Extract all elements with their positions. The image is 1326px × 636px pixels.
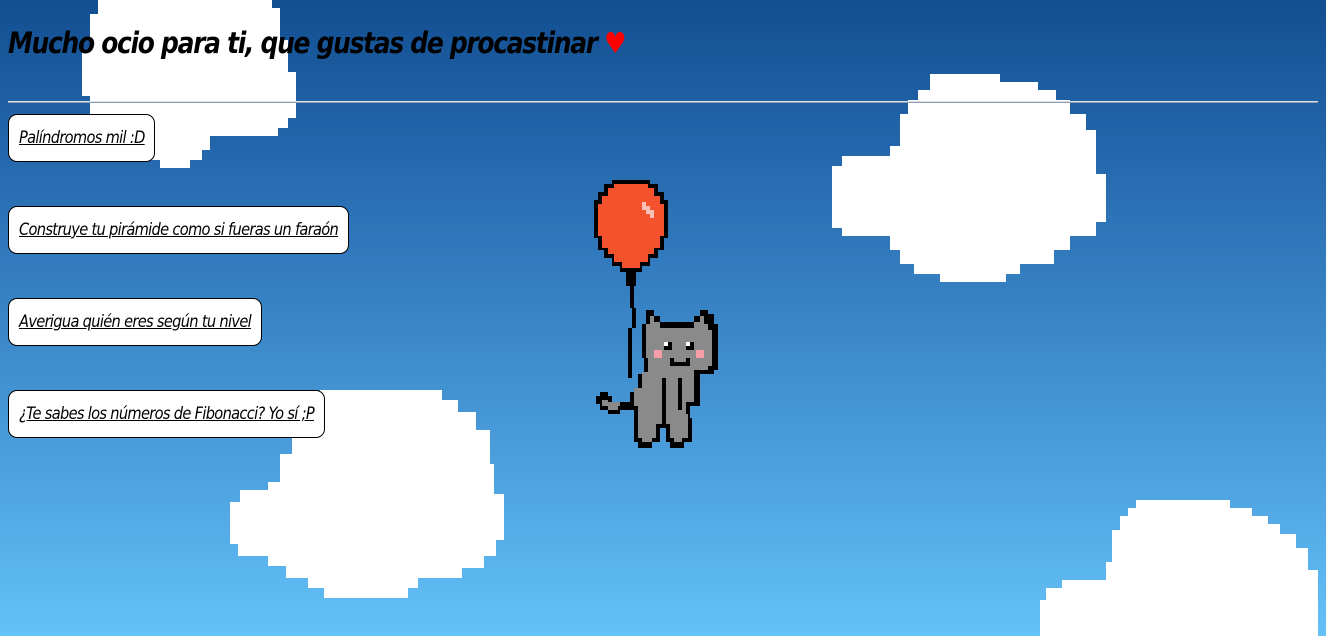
- cat-icon: [596, 310, 718, 448]
- cloud-bottom-right: [1040, 500, 1318, 636]
- link-fibonacci-label[interactable]: ¿Te sabes los números de Fibonacci? Yo s…: [19, 404, 315, 424]
- link-palindromos-label[interactable]: Palíndromos mil :D: [19, 128, 145, 148]
- page-title: Mucho ocio para ti, que gustas de procas…: [8, 26, 627, 60]
- link-nivel[interactable]: Averigua quién eres según tu nivel: [8, 298, 262, 346]
- link-piramide[interactable]: Construye tu pirámide como si fueras un …: [8, 206, 349, 254]
- balloon-cat-illustration: [594, 180, 718, 448]
- page-title-text: Mucho ocio para ti, que gustas de procas…: [8, 26, 598, 60]
- link-palindromos[interactable]: Palíndromos mil :D: [8, 114, 155, 162]
- link-fibonacci[interactable]: ¿Te sabes los números de Fibonacci? Yo s…: [8, 390, 325, 438]
- link-nivel-label[interactable]: Averigua quién eres según tu nivel: [19, 312, 252, 332]
- link-piramide-label[interactable]: Construye tu pirámide como si fueras un …: [19, 220, 339, 240]
- header-divider: [8, 101, 1318, 103]
- heart-icon: ♥: [604, 26, 626, 60]
- cloud-top-right: [832, 74, 1106, 282]
